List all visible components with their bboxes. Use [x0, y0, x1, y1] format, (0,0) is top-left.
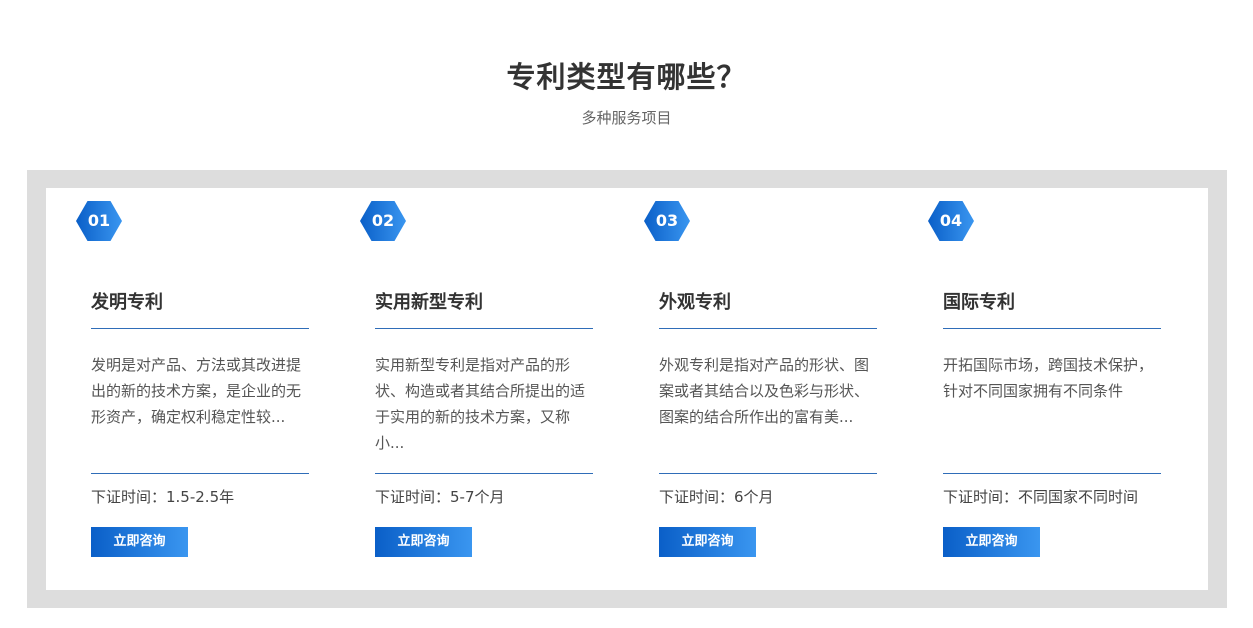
card-title: 国际专利 [943, 292, 1015, 313]
card-description: 开拓国际市场，跨国技术保护，针对不同国家拥有不同条件 [943, 356, 1154, 400]
card-description: 外观专利是指对产品的形状、图案或者其结合以及色彩与形状、图案的结合所作出的富有美… [659, 356, 870, 426]
consult-now-button[interactable]: 立即咨询 [375, 527, 472, 557]
consult-now-button[interactable]: 立即咨询 [91, 527, 188, 557]
card-certificate-time: 下证时间：6个月 [659, 488, 774, 506]
patent-card-design: 03 外观专利 外观专利是指对产品的形状、图案或者其结合以及色彩与形状、图案的结… [614, 188, 898, 590]
card-divider [91, 328, 309, 329]
card-divider [91, 473, 309, 474]
page-subtitle: 多种服务项目 [581, 109, 672, 127]
card-number-badge: 03 [644, 201, 690, 241]
card-divider [943, 328, 1161, 329]
card-title: 实用新型专利 [375, 292, 483, 313]
card-divider [659, 328, 877, 329]
card-divider [375, 473, 593, 474]
patent-card-invention: 01 发明专利 发明是对产品、方法或其改进提出的新的技术方案，是企业的无形资产，… [46, 188, 330, 590]
card-title: 外观专利 [659, 292, 731, 313]
card-certificate-time: 下证时间：5-7个月 [375, 488, 505, 506]
card-number-badge: 02 [360, 201, 406, 241]
card-description: 发明是对产品、方法或其改进提出的新的技术方案，是企业的无形资产，确定权利稳定性较… [91, 356, 302, 426]
patent-card-international: 04 国际专利 开拓国际市场，跨国技术保护，针对不同国家拥有不同条件 下证时间：… [898, 188, 1182, 590]
card-number-badge: 01 [76, 201, 122, 241]
card-title: 发明专利 [91, 292, 163, 313]
card-certificate-time: 下证时间：不同国家不同时间 [943, 488, 1139, 506]
patent-types-section: 01 发明专利 发明是对产品、方法或其改进提出的新的技术方案，是企业的无形资产，… [27, 170, 1227, 608]
card-divider [375, 328, 593, 329]
card-description: 实用新型专利是指对产品的形状、构造或者其结合所提出的适于实用的新的技术方案，又称… [375, 356, 586, 452]
consult-now-button[interactable]: 立即咨询 [943, 527, 1040, 557]
card-number-badge: 04 [928, 201, 974, 241]
page-title: 专利类型有哪些？ [506, 60, 747, 94]
card-divider [943, 473, 1161, 474]
patent-types-panel: 01 发明专利 发明是对产品、方法或其改进提出的新的技术方案，是企业的无形资产，… [46, 188, 1208, 590]
card-certificate-time: 下证时间：1.5-2.5年 [91, 488, 235, 506]
card-divider [659, 473, 877, 474]
patent-card-utility-model: 02 实用新型专利 实用新型专利是指对产品的形状、构造或者其结合所提出的适于实用… [330, 188, 614, 590]
consult-now-button[interactable]: 立即咨询 [659, 527, 756, 557]
